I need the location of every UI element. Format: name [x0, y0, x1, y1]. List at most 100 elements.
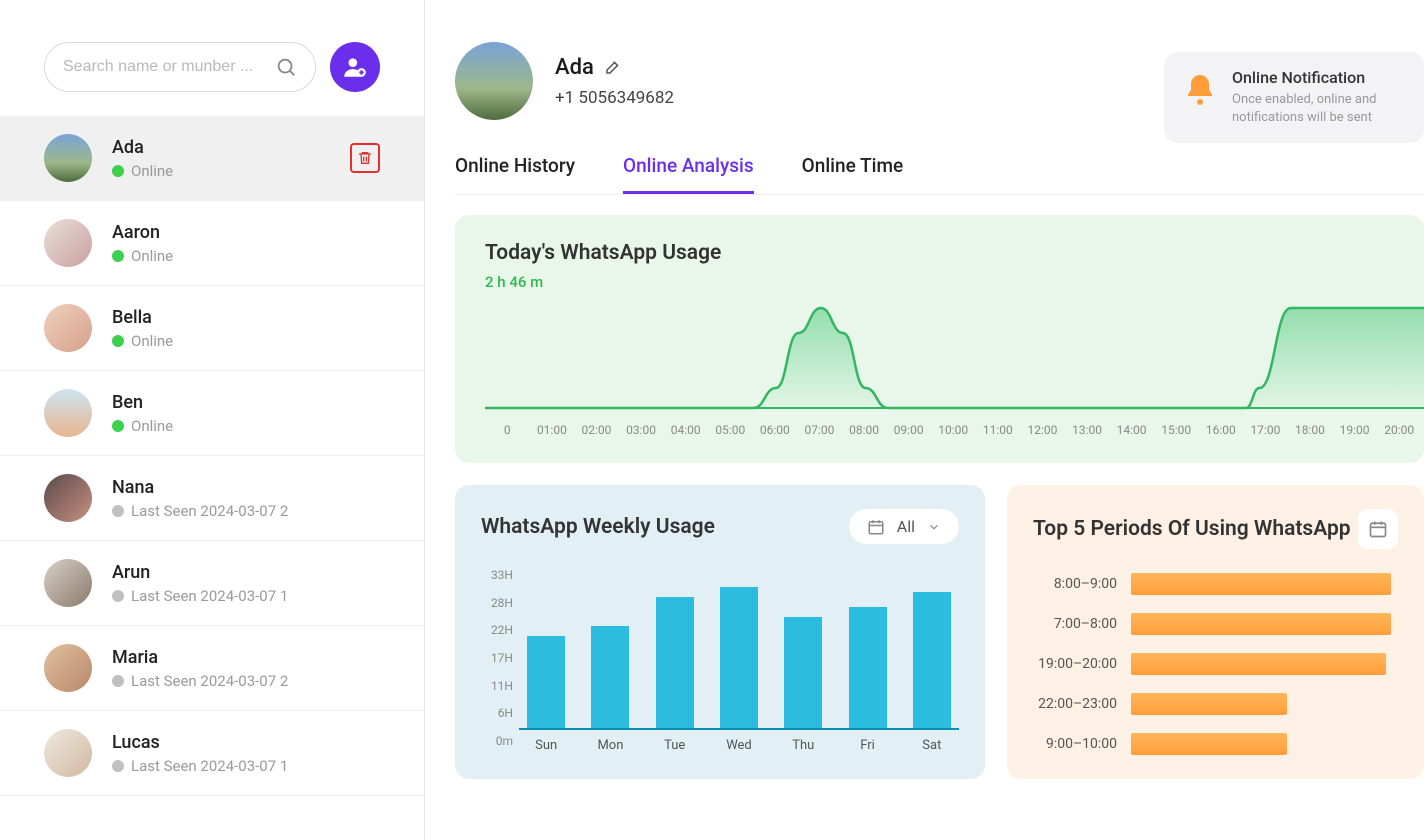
status-dot: [112, 420, 124, 432]
notification-card[interactable]: Online Notification Once enabled, online…: [1164, 52, 1424, 143]
weekly-title: WhatsApp Weekly Usage: [481, 515, 715, 539]
calendar-icon: [1368, 519, 1388, 539]
x-tick: Sat: [913, 738, 951, 753]
top5-row: 19:00–20:00: [1033, 653, 1398, 675]
x-tick: 06:00: [753, 423, 798, 437]
status-text: Online: [131, 417, 173, 435]
edit-icon[interactable]: [604, 58, 622, 76]
y-tick: 6H: [481, 706, 513, 720]
x-tick: 02:00: [574, 423, 619, 437]
top5-row: 7:00–8:00: [1033, 613, 1398, 635]
x-tick: 04:00: [663, 423, 708, 437]
contact-item[interactable]: Ada Online: [0, 116, 424, 201]
contacts-list: Ada Online Aaron Online Bella Online: [0, 116, 424, 840]
contact-item[interactable]: Lucas Last Seen 2024-03-07 1: [0, 711, 424, 796]
contact-info: Ada Online: [112, 137, 350, 180]
tab-online-time[interactable]: Online Time: [802, 154, 904, 194]
app-root: Ada Online Aaron Online Bella Online: [0, 0, 1424, 840]
status-text: Last Seen 2024-03-07 1: [131, 757, 288, 775]
status-dot: [112, 590, 124, 602]
main-panel: Ada +1 5056349682 Online Notification On…: [425, 0, 1424, 840]
x-tick: 07:00: [797, 423, 842, 437]
contact-status: Online: [112, 417, 380, 435]
y-tick: 0m: [481, 734, 513, 748]
x-tick: 18:00: [1288, 423, 1333, 437]
status-dot: [112, 675, 124, 687]
status-text: Online: [131, 162, 173, 180]
x-tick: 03:00: [619, 423, 664, 437]
x-tick: Mon: [591, 738, 629, 753]
delete-button[interactable]: [350, 143, 380, 173]
x-tick: 15:00: [1154, 423, 1199, 437]
top5-row: 22:00–23:00: [1033, 693, 1398, 715]
contact-name: Bella: [112, 307, 380, 328]
status-dot: [112, 760, 124, 772]
contact-item[interactable]: Nana Last Seen 2024-03-07 2: [0, 456, 424, 541]
top5-label: 9:00–10:00: [1033, 736, 1117, 752]
avatar: [44, 389, 92, 437]
top5-label: 7:00–8:00: [1033, 616, 1117, 632]
weekly-filter-dropdown[interactable]: All: [849, 509, 959, 544]
notification-text: Online Notification Once enabled, online…: [1232, 68, 1406, 127]
tab-online-analysis[interactable]: Online Analysis: [623, 154, 754, 194]
top5-row: 8:00–9:00: [1033, 573, 1398, 595]
search-input[interactable]: [63, 58, 275, 76]
contact-item[interactable]: Arun Last Seen 2024-03-07 1: [0, 541, 424, 626]
contact-name: Ben: [112, 392, 380, 413]
weekly-bar: [913, 592, 951, 728]
top5-bar: [1131, 733, 1287, 755]
contact-item[interactable]: Maria Last Seen 2024-03-07 2: [0, 626, 424, 711]
top5-row: 9:00–10:00: [1033, 733, 1398, 755]
x-tick: 14:00: [1109, 423, 1154, 437]
top5-card: Top 5 Periods Of Using WhatsApp 8:00–9:0…: [1007, 485, 1424, 779]
contact-status: Online: [112, 162, 350, 180]
x-tick: 08:00: [842, 423, 887, 437]
contact-item[interactable]: Bella Online: [0, 286, 424, 371]
top5-calendar-button[interactable]: [1358, 509, 1398, 549]
avatar: [44, 304, 92, 352]
contact-info: Nana Last Seen 2024-03-07 2: [112, 477, 380, 520]
top5-label: 22:00–23:00: [1033, 696, 1117, 712]
top5-bar: [1131, 693, 1287, 715]
content: Today's WhatsApp Usage 2 h 46 m 001:0002…: [455, 215, 1424, 779]
weekly-bar: [849, 607, 887, 728]
tab-online-history[interactable]: Online History: [455, 154, 575, 194]
x-tick: 09:00: [886, 423, 931, 437]
chevron-down-icon: [927, 520, 941, 534]
add-user-button[interactable]: [330, 42, 380, 92]
profile-name: Ada: [555, 55, 594, 80]
y-tick: 33H: [481, 568, 513, 582]
contact-name: Ada: [112, 137, 350, 158]
top5-header: Top 5 Periods Of Using WhatsApp: [1033, 509, 1398, 549]
y-tick: 11H: [481, 679, 513, 693]
top5-bar: [1131, 653, 1386, 675]
status-text: Online: [131, 247, 173, 265]
contact-info: Bella Online: [112, 307, 380, 350]
y-tick: 17H: [481, 651, 513, 665]
today-area-chart: [485, 303, 1424, 413]
contact-item[interactable]: Aaron Online: [0, 201, 424, 286]
top5-bar: [1131, 573, 1391, 595]
status-text: Last Seen 2024-03-07 2: [131, 502, 288, 520]
status-text: Last Seen 2024-03-07 2: [131, 672, 288, 690]
search-box[interactable]: [44, 42, 316, 92]
notification-title: Online Notification: [1232, 68, 1406, 87]
avatar: [44, 474, 92, 522]
weekly-bar: [720, 587, 758, 728]
x-tick: Tue: [656, 738, 694, 753]
x-tick: 01:00: [530, 423, 575, 437]
contact-item[interactable]: Ben Online: [0, 371, 424, 456]
tabs: Online History Online Analysis Online Ti…: [455, 154, 1424, 195]
weekly-chart: 33H28H22H17H11H6H0m SunMonTueWedThuFriSa…: [481, 568, 959, 748]
x-tick: 17:00: [1243, 423, 1288, 437]
contact-name: Maria: [112, 647, 380, 668]
avatar: [44, 729, 92, 777]
bottom-row: WhatsApp Weekly Usage All 33H28H22H17H11…: [455, 485, 1424, 779]
status-text: Last Seen 2024-03-07 1: [131, 587, 288, 605]
contact-status: Last Seen 2024-03-07 2: [112, 502, 380, 520]
calendar-icon: [867, 518, 885, 536]
weekly-bar: [527, 636, 565, 728]
contact-status: Last Seen 2024-03-07 1: [112, 757, 380, 775]
status-text: Online: [131, 332, 173, 350]
x-tick: Fri: [849, 738, 887, 753]
